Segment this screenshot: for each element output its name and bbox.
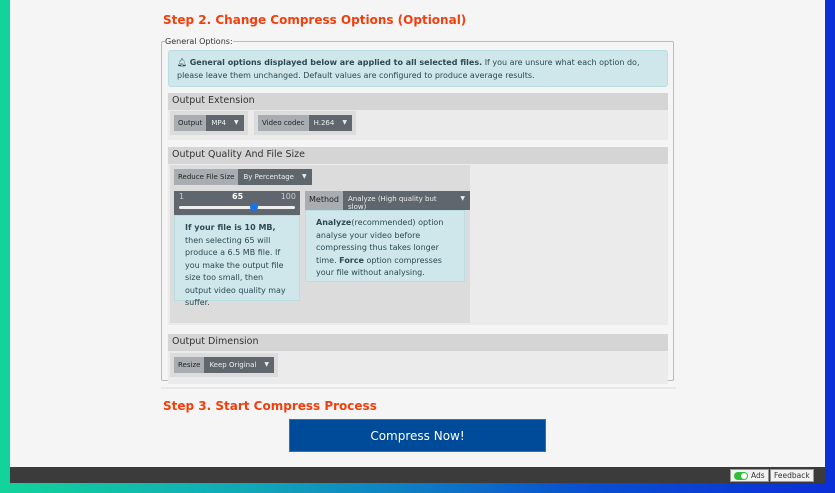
method-b1: Analyze <box>316 218 352 227</box>
quality-panel: Reduce File Size By Percentage ▼ 1 65 100… <box>170 165 470 323</box>
slider-max: 100 <box>280 192 296 201</box>
method-note: Analyze(recommended) option analyse your… <box>305 210 465 282</box>
step3-title: Step 3. Start Compress Process <box>163 399 377 413</box>
slider-track <box>179 206 295 209</box>
output-extension-section: Output Extension Output MP4 ▼ Video codec… <box>168 93 668 140</box>
section-title: Output Dimension <box>168 334 668 351</box>
slider-value: 65 <box>232 192 244 201</box>
output-select[interactable]: MP4 ▼ <box>206 115 244 131</box>
page: Step 2. Change Compress Options (Optiona… <box>10 0 825 483</box>
toggle-switch-icon <box>734 471 748 480</box>
resize-label: Resize <box>174 357 205 373</box>
feedback-button[interactable]: Feedback <box>770 469 814 482</box>
caret-down-icon: ▼ <box>460 195 465 202</box>
resize-value: Keep Original <box>209 361 257 369</box>
caret-down-icon: ▼ <box>342 119 347 126</box>
output-value: MP4 <box>211 119 227 127</box>
step2-title: Step 2. Change Compress Options (Optiona… <box>163 13 467 27</box>
caret-down-icon: ▼ <box>264 361 269 368</box>
size-note: If your file is 10 MB, then selecting 65… <box>174 215 300 307</box>
method-b2: Force <box>339 255 364 265</box>
slider-min: 1 <box>179 192 185 201</box>
note-text: then selecting 65 will produce a 6.5 MB … <box>185 235 286 308</box>
divider <box>161 387 676 389</box>
section-title: Output Extension <box>168 93 668 110</box>
method-select-group: Method Analyze (High quality but slow) ▼ <box>305 191 470 211</box>
general-options-legend: General Options: <box>165 37 233 46</box>
codec-value: H.264 <box>313 119 335 127</box>
method-select[interactable]: Analyze (High quality but slow) ▼ <box>343 191 470 211</box>
reduce-select[interactable]: By Percentage ▼ <box>238 169 312 185</box>
bell-icon: 🔔︎ <box>177 58 190 67</box>
slider-handle[interactable] <box>250 203 259 211</box>
output-quality-section: Output Quality And File Size Reduce File… <box>168 147 668 325</box>
general-options: General Options: 🔔︎ General options disp… <box>161 37 674 384</box>
output-select-group: Output MP4 ▼ <box>170 111 248 135</box>
output-label: Output <box>174 115 207 131</box>
reduce-label: Reduce File Size <box>174 169 239 185</box>
info-bold: General options displayed below are appl… <box>189 58 483 67</box>
codec-label: Video codec <box>258 115 309 131</box>
size-slider[interactable]: 1 65 100 <box>174 191 300 215</box>
method-value: Analyze (High quality but slow) <box>348 195 437 211</box>
method-label: Method <box>305 191 344 210</box>
info-box: 🔔︎ General options displayed below are a… <box>168 50 668 87</box>
ads-toggle[interactable]: Ads <box>730 469 769 482</box>
codec-select-group: Video codec H.264 ▼ <box>254 111 356 135</box>
reduce-select-group: Reduce File Size By Percentage ▼ <box>174 169 312 185</box>
caret-down-icon: ▼ <box>302 173 307 180</box>
reduce-value: By Percentage <box>243 173 294 181</box>
resize-select-group: Resize Keep Original ▼ <box>170 353 278 377</box>
caret-down-icon: ▼ <box>234 119 239 126</box>
ads-label: Ads <box>751 471 765 480</box>
codec-select[interactable]: H.264 ▼ <box>308 115 352 131</box>
compress-now-button[interactable]: Compress Now! <box>289 419 546 452</box>
output-dimension-section: Output Dimension Resize Keep Original ▼ <box>168 334 668 384</box>
note-bold: If your file is 10 MB, <box>185 223 276 232</box>
section-title: Output Quality And File Size <box>168 147 668 164</box>
resize-select[interactable]: Keep Original ▼ <box>204 357 274 373</box>
footer-bar: Ads Feedback <box>10 467 825 483</box>
